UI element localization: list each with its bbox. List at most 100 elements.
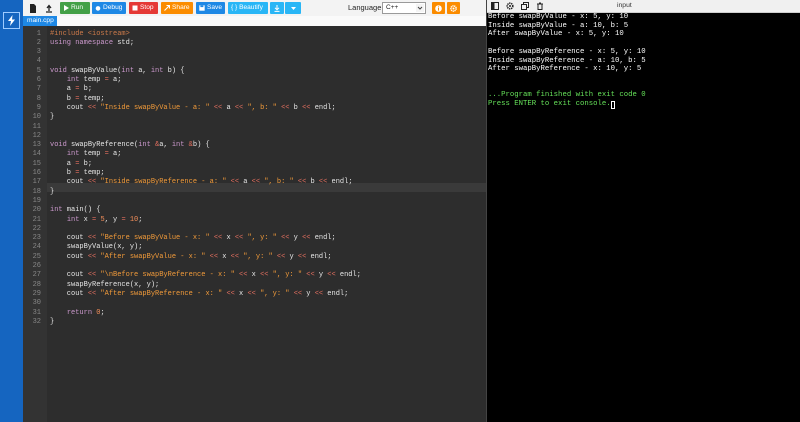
output-console[interactable]: input Before swapByValue - x: 5, y: 10 In… bbox=[486, 0, 800, 422]
download-button[interactable] bbox=[270, 2, 284, 14]
code-line[interactable]: b = temp; bbox=[50, 169, 105, 178]
code-line[interactable]: cout << "After swapByReference - x: " <<… bbox=[50, 290, 349, 299]
stop-label: Stop bbox=[140, 4, 154, 11]
caret-down-icon bbox=[290, 6, 296, 10]
code-line[interactable]: swapByReference(x, y); bbox=[50, 281, 159, 290]
share-button[interactable]: Share bbox=[161, 2, 193, 14]
console-line: After swapByReference - x: 10, y: 5 bbox=[488, 65, 642, 74]
code-line[interactable]: void swapByReference(int &a, int &b) { bbox=[50, 141, 210, 150]
language-label: Language bbox=[348, 3, 382, 12]
line-number: 21 bbox=[32, 215, 41, 224]
line-number: 23 bbox=[32, 234, 41, 243]
line-number: 8 bbox=[36, 94, 41, 103]
line-number: 1 bbox=[36, 29, 41, 38]
language-value: C++ bbox=[386, 4, 399, 11]
code-line[interactable]: cout << "Inside swapByReference - a: " <… bbox=[50, 178, 353, 187]
console-toggle-icon[interactable] bbox=[489, 0, 501, 12]
save-label: Save bbox=[206, 4, 222, 11]
line-number: 10 bbox=[32, 113, 41, 122]
more-options-button[interactable] bbox=[285, 2, 301, 14]
code-line[interactable]: using namespace std; bbox=[50, 39, 134, 48]
line-number: 17 bbox=[32, 178, 41, 187]
exit-status-line: ...Program finished with exit code 0 bbox=[488, 91, 646, 100]
share-label: Share bbox=[172, 4, 190, 11]
code-line[interactable]: int temp = a; bbox=[50, 76, 122, 85]
line-number: 14 bbox=[32, 150, 41, 159]
line-number: 24 bbox=[32, 243, 41, 252]
new-file-icon[interactable] bbox=[27, 2, 39, 14]
run-label: Run bbox=[71, 4, 84, 11]
chevron-down-icon bbox=[416, 4, 424, 16]
code-line[interactable]: int temp = a; bbox=[50, 150, 122, 159]
code-line[interactable]: } bbox=[50, 188, 54, 197]
code-line[interactable]: a = b; bbox=[50, 85, 92, 94]
line-number: 9 bbox=[36, 103, 41, 112]
upload-icon[interactable] bbox=[43, 2, 55, 14]
tab-label: main.cpp bbox=[27, 17, 54, 24]
line-number: 26 bbox=[32, 262, 41, 270]
share-icon bbox=[164, 5, 170, 11]
console-line: Before swapByValue - x: 5, y: 10 bbox=[488, 13, 629, 21]
debug-label: Debug bbox=[103, 4, 123, 11]
bug-icon bbox=[95, 6, 101, 11]
line-number: 32 bbox=[32, 317, 41, 326]
line-number: 3 bbox=[36, 48, 41, 57]
line-number: 29 bbox=[32, 289, 41, 298]
code-line[interactable]: cout << "After swapByValue - x: " << x <… bbox=[50, 253, 332, 262]
line-number: 13 bbox=[32, 141, 41, 150]
line-number: 7 bbox=[36, 85, 41, 94]
line-number: 27 bbox=[32, 271, 41, 280]
toolbar: Run Debug Stop Share Save { } Beautify L… bbox=[23, 0, 486, 17]
info-icon bbox=[435, 4, 442, 12]
code-line[interactable]: b = temp; bbox=[50, 95, 105, 104]
code-line[interactable]: swapByValue(x, y); bbox=[50, 243, 143, 252]
beautify-label: { } Beautify bbox=[231, 4, 263, 11]
left-rail bbox=[0, 0, 23, 422]
code-line[interactable]: #include <iostream> bbox=[50, 30, 130, 39]
code-editor[interactable]: 1 2 3 4 5 6 7 8 9 10 11 12 13 14 15 16 17 18 19 20 21 22 23 24 2… bbox=[23, 26, 486, 422]
line-number: 12 bbox=[32, 131, 41, 140]
gear-icon[interactable] bbox=[504, 0, 516, 12]
code-line[interactable]: cout << "Before swapByValue - x: " << x … bbox=[50, 234, 336, 243]
code-line[interactable]: cout << "Inside swapByValue - a: " << a … bbox=[50, 104, 336, 113]
settings-button[interactable] bbox=[447, 2, 460, 14]
console-line: After swapByValue - x: 5, y: 10 bbox=[488, 30, 624, 39]
tab-main-cpp[interactable]: main.cpp bbox=[23, 16, 57, 26]
code-line[interactable]: int main() { bbox=[50, 206, 100, 215]
language-select[interactable]: C++ bbox=[382, 2, 426, 14]
line-number: 5 bbox=[36, 66, 41, 75]
line-number: 28 bbox=[32, 280, 41, 289]
console-line: Inside swapByReference - a: 10, b: 5 bbox=[488, 56, 646, 65]
line-number: 20 bbox=[32, 206, 41, 215]
code-line[interactable]: int x = 5, y = 10; bbox=[50, 216, 143, 225]
save-button[interactable]: Save bbox=[196, 2, 225, 14]
console-title: input bbox=[617, 2, 632, 9]
code-line[interactable]: } bbox=[50, 318, 54, 327]
floppy-icon bbox=[199, 5, 205, 11]
clear-icon[interactable] bbox=[534, 0, 546, 12]
console-line: Inside swapByValue - a: 10, b: 5 bbox=[488, 21, 629, 30]
code-line[interactable]: } bbox=[50, 113, 54, 122]
beautify-button[interactable]: { } Beautify bbox=[228, 2, 268, 14]
line-number-gutter: 1 2 3 4 5 6 7 8 9 10 11 12 13 14 15 16 17 18 19 20 21 22 23 24 2… bbox=[23, 26, 47, 422]
code-line[interactable]: void swapByValue(int a, int b) { bbox=[50, 67, 184, 76]
code-line[interactable]: return 0; bbox=[50, 309, 105, 318]
copy-icon[interactable] bbox=[519, 0, 531, 12]
line-number: 15 bbox=[32, 159, 41, 168]
download-icon bbox=[274, 4, 280, 12]
code-line[interactable]: cout << "\nBefore swapByReference - x: "… bbox=[50, 271, 361, 280]
debug-button[interactable]: Debug bbox=[92, 2, 126, 14]
line-number: 25 bbox=[32, 252, 41, 261]
info-button[interactable] bbox=[432, 2, 445, 14]
line-number: 6 bbox=[36, 76, 41, 84]
line-number: 4 bbox=[36, 57, 41, 66]
code-line[interactable]: a = b; bbox=[50, 160, 92, 169]
bolt-icon[interactable] bbox=[3, 12, 20, 29]
text-cursor bbox=[610, 100, 615, 109]
file-tab-bar: main.cpp bbox=[23, 16, 486, 26]
stop-button[interactable]: Stop bbox=[129, 2, 158, 14]
line-number: 18 bbox=[32, 187, 41, 196]
gear-icon bbox=[450, 4, 457, 12]
line-number: 16 bbox=[32, 169, 41, 177]
run-button[interactable]: Run bbox=[60, 2, 90, 14]
